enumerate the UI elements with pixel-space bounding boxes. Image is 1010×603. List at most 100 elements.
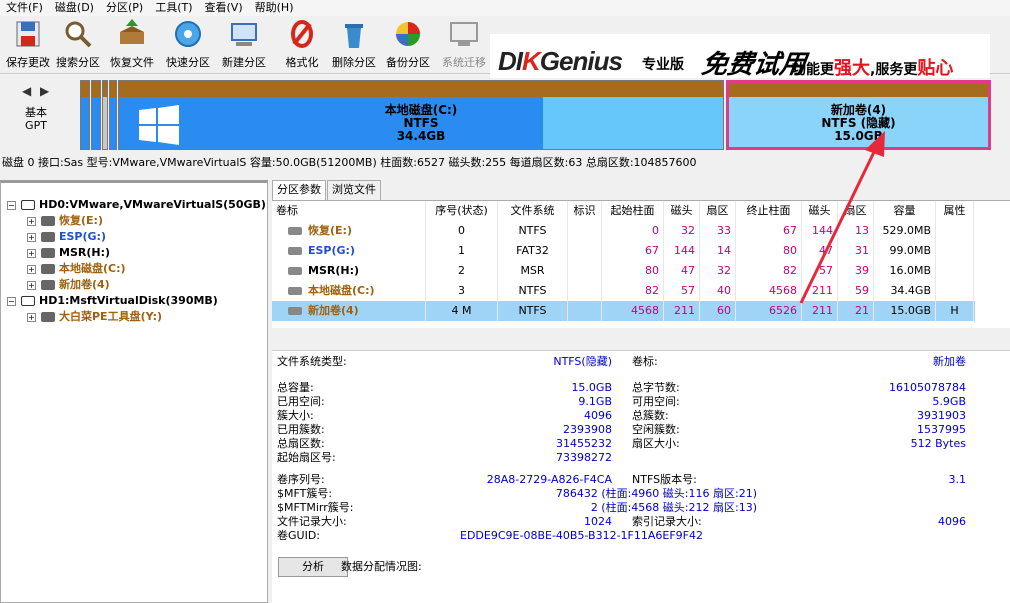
menu-bar: 文件(F) 磁盘(D) 分区(P) 工具(T) 查看(V) 帮助(H) bbox=[0, 0, 1010, 16]
table-row[interactable]: 新加卷(4) 4 M NTFS 4568 211 60 6526 211 21 15.0GB H bbox=[272, 301, 975, 321]
serial-label: 卷序列号: bbox=[277, 473, 325, 486]
partition-icon bbox=[288, 227, 302, 235]
table-cell: MSR bbox=[498, 261, 568, 281]
partition-bar-new-volume[interactable]: 新加卷(4) NTFS (隐藏) 15.0GB bbox=[726, 80, 991, 150]
partition-bar-c[interactable]: 本地磁盘(C:) NTFS 34.4GB bbox=[118, 80, 724, 150]
disk-icon bbox=[21, 200, 35, 210]
column-header: 卷标 bbox=[272, 201, 426, 221]
tree-node[interactable]: − HD1:MsftVirtualDisk(390MB) bbox=[1, 293, 267, 309]
menu-item-1[interactable]: 磁盘(D) bbox=[49, 0, 100, 16]
partition-icon bbox=[41, 280, 55, 290]
mftmirr-label: $MFTMirr簇号: bbox=[277, 501, 354, 514]
tree-node-label: 恢复(E:) bbox=[59, 214, 103, 227]
menu-item-4[interactable]: 查看(V) bbox=[199, 0, 249, 16]
quick-partition-icon bbox=[172, 18, 204, 50]
tree-node[interactable]: + 大白菜PE工具盘(Y:) bbox=[1, 309, 267, 325]
tree-node-label: 本地磁盘(C:) bbox=[59, 262, 126, 275]
menu-item-5[interactable]: 帮助(H) bbox=[249, 0, 300, 16]
detail-value: 4096 bbox=[584, 409, 612, 422]
menu-item-3[interactable]: 工具(T) bbox=[149, 0, 198, 16]
table-cell: 4568 bbox=[736, 281, 802, 301]
tab-partition-params[interactable]: 分区参数 bbox=[272, 180, 326, 200]
detail-value: 5.9GB bbox=[932, 395, 966, 408]
expand-toggle-icon[interactable]: + bbox=[27, 217, 36, 226]
mft-label: $MFT簇号: bbox=[277, 487, 333, 500]
tab-bar: 分区参数 浏览文件 bbox=[272, 180, 382, 200]
tree-node[interactable]: + 本地磁盘(C:) bbox=[1, 261, 267, 277]
table-row[interactable]: MSR(H:) 2 MSR 80 47 32 82 57 39 16.0MB bbox=[272, 261, 975, 281]
volume-label-value: 新加卷 bbox=[933, 355, 966, 368]
table-cell: 144 bbox=[664, 241, 700, 261]
disk-tree[interactable]: − HD0:VMware,VMwareVirtualS(50GB) + 恢复(E:) +… bbox=[0, 180, 268, 603]
table-cell: 14 bbox=[700, 241, 736, 261]
partition-icon bbox=[288, 267, 302, 275]
column-header: 文件系统 bbox=[498, 201, 568, 221]
table-cell: 15.0GB bbox=[874, 301, 936, 321]
expand-toggle-icon[interactable]: + bbox=[27, 249, 36, 258]
table-cell: 57 bbox=[664, 281, 700, 301]
table-cell: 32 bbox=[664, 221, 700, 241]
detail-value: 9.1GB bbox=[578, 395, 612, 408]
tree-node[interactable]: + 恢复(E:) bbox=[1, 213, 267, 229]
partition-bar-msr[interactable] bbox=[102, 80, 108, 150]
detail-value: 512 Bytes bbox=[910, 437, 966, 450]
partition-bar-recovery[interactable] bbox=[80, 80, 90, 150]
file-record-size-label: 文件记录大小: bbox=[277, 515, 347, 528]
analyze-button[interactable]: 分析 bbox=[278, 557, 348, 577]
detail-value: 31455232 bbox=[556, 437, 612, 450]
tab-browse-files[interactable]: 浏览文件 bbox=[327, 180, 381, 200]
tree-node[interactable]: + MSR(H:) bbox=[1, 245, 267, 261]
table-cell bbox=[936, 261, 974, 281]
expand-toggle-icon[interactable]: − bbox=[7, 201, 16, 210]
migrate-icon bbox=[448, 18, 480, 50]
expand-toggle-icon[interactable]: + bbox=[27, 281, 36, 290]
prev-disk-arrow-icon[interactable]: ◀ bbox=[22, 84, 31, 98]
detail-label: 总容量: bbox=[277, 381, 314, 394]
table-row[interactable]: 恢复(E:) 0 NTFS 0 32 33 67 144 13 529.0MB bbox=[272, 221, 975, 241]
partition-icon bbox=[288, 247, 302, 255]
new-partition-button[interactable]: 新建分区 bbox=[216, 18, 272, 70]
table-cell: 0 bbox=[602, 221, 664, 241]
tree-node-label: MSR(H:) bbox=[59, 246, 110, 259]
partition-bar-gap[interactable] bbox=[109, 80, 117, 150]
fs-type-value: NTFS(隐藏) bbox=[553, 355, 612, 368]
menu-item-0[interactable]: 文件(F) bbox=[0, 0, 49, 16]
index-record-size-value: 4096 bbox=[938, 515, 966, 528]
table-row[interactable]: ESP(G:) 1 FAT32 67 144 14 80 47 31 99.0MB bbox=[272, 241, 975, 261]
partition-icon bbox=[288, 307, 302, 315]
table-cell: 67 bbox=[736, 221, 802, 241]
expand-toggle-icon[interactable]: − bbox=[7, 297, 16, 306]
tree-node-label: 大白菜PE工具盘(Y:) bbox=[59, 310, 163, 323]
table-cell: 13 bbox=[838, 221, 874, 241]
table-cell: 4568 bbox=[602, 301, 664, 321]
table-cell: NTFS bbox=[498, 281, 568, 301]
ntfs-version-label: NTFS版本号: bbox=[632, 473, 697, 486]
table-cell: 144 bbox=[802, 221, 838, 241]
expand-toggle-icon[interactable]: + bbox=[27, 313, 36, 322]
table-cell: H bbox=[936, 301, 974, 321]
tree-node[interactable]: − HD0:VMware,VMwareVirtualS(50GB) bbox=[1, 197, 267, 213]
table-cell: 33 bbox=[700, 221, 736, 241]
table-cell: 47 bbox=[802, 241, 838, 261]
expand-toggle-icon[interactable]: + bbox=[27, 265, 36, 274]
partition-table: 卷标 序号(状态) 文件系统 标识 起始柱面 磁头 扇区 终止柱面 磁头 扇区 容量 属性 恢复(E:)… bbox=[272, 200, 1010, 328]
table-cell: 529.0MB bbox=[874, 221, 936, 241]
volume-guid-label: 卷GUID: bbox=[277, 529, 320, 542]
recover-button[interactable]: 恢复文件 bbox=[104, 18, 160, 70]
partition-bar-esp[interactable] bbox=[91, 80, 101, 150]
backup-button[interactable]: 备份分区 bbox=[380, 18, 436, 70]
detail-value: 16105078784 bbox=[889, 381, 966, 394]
column-header: 扇区 bbox=[838, 201, 874, 221]
menu-item-2[interactable]: 分区(P) bbox=[100, 0, 149, 16]
table-cell: 82 bbox=[602, 281, 664, 301]
tree-node[interactable]: + ESP(G:) bbox=[1, 229, 267, 245]
quick-partition-button[interactable]: 快速分区 bbox=[160, 18, 216, 70]
column-header: 起始柱面 bbox=[602, 201, 664, 221]
table-cell: 47 bbox=[664, 261, 700, 281]
table-row[interactable]: 本地磁盘(C:) 3 NTFS 82 57 40 4568 211 59 34.4GB bbox=[272, 281, 975, 301]
tree-node[interactable]: + 新加卷(4) bbox=[1, 277, 267, 293]
next-disk-arrow-icon[interactable]: ▶ bbox=[40, 84, 49, 98]
new-partition-icon bbox=[228, 18, 260, 50]
expand-toggle-icon[interactable]: + bbox=[27, 233, 36, 242]
table-cell: 40 bbox=[700, 281, 736, 301]
